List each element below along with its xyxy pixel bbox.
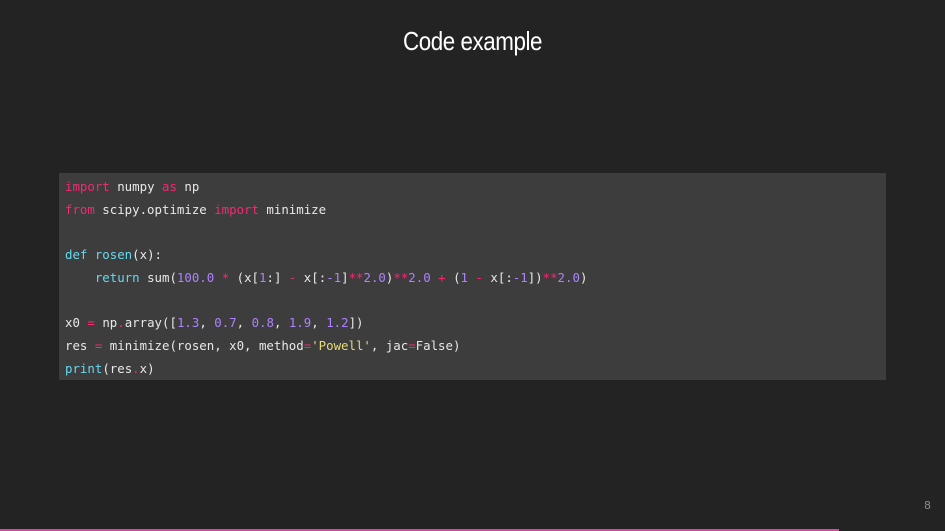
- code-token: 1.9: [288, 315, 312, 331]
- code-token: False): [415, 337, 461, 353]
- code-token: res: [65, 337, 95, 353]
- code-token: =: [408, 337, 416, 353]
- code-token: +: [438, 269, 446, 285]
- code-token: scipy.optimize: [94, 201, 215, 217]
- code-token: numpy: [109, 179, 162, 194]
- code-line: x0 = np.array([1.3, 0.7, 0.8, 1.9, 1.2]): [65, 312, 886, 335]
- code-token: return: [94, 269, 140, 285]
- code-line: def rosen(x):: [65, 244, 886, 267]
- code-token: ,: [311, 315, 327, 331]
- code-token: **: [393, 269, 409, 285]
- code-token: print: [65, 360, 103, 376]
- code-token: ]): [527, 269, 543, 285]
- page-number: 8: [924, 499, 931, 512]
- code-token: sum(: [139, 269, 177, 285]
- code-token: 2.0: [557, 269, 580, 285]
- code-token: **: [542, 269, 558, 285]
- code-token: rosen: [94, 247, 133, 263]
- code-token: from: [65, 201, 95, 217]
- code-token: def: [65, 247, 95, 263]
- code-line: print(res.x): [65, 358, 886, 381]
- code-token: ]: [341, 269, 349, 285]
- code-token: -: [475, 269, 483, 285]
- code-token: **: [348, 269, 364, 285]
- code-token: 0.8: [251, 315, 274, 331]
- slide-title: Code example: [402, 26, 543, 56]
- code-token: (: [445, 269, 461, 285]
- code-token: , jac: [370, 337, 409, 353]
- code-token: 2.0: [363, 269, 386, 285]
- code-line: import numpy as np: [65, 176, 886, 199]
- code-line: res = minimize(rosen, x0, method='Powell…: [65, 335, 886, 358]
- code-token: 100.0: [176, 269, 215, 285]
- code-token: 1.2: [326, 315, 349, 331]
- code-token: import: [214, 201, 259, 217]
- code-token: x[:: [296, 269, 327, 285]
- code-token: as: [161, 179, 177, 194]
- code-token: -1: [326, 269, 342, 285]
- code-token: :]: [266, 269, 289, 285]
- code-token: 0.7: [214, 315, 237, 331]
- code-token: np: [94, 315, 118, 331]
- code-token: minimize(rosen, x0, method: [102, 337, 304, 353]
- code-token: (x[: [229, 269, 260, 285]
- code-token: ,: [199, 315, 215, 331]
- code-token: 1: [460, 269, 468, 285]
- code-token: (res: [102, 360, 133, 376]
- code-token: x): [139, 360, 155, 376]
- code-token: 1.3: [176, 315, 200, 331]
- code-token: x0: [65, 315, 88, 331]
- code-token: x[:: [482, 269, 513, 285]
- code-token: .: [132, 360, 140, 376]
- code-token: (x):: [132, 247, 162, 263]
- code-line: from scipy.optimize import minimize: [65, 199, 886, 222]
- code-token: ]): [348, 315, 364, 331]
- code-token: ): [579, 269, 588, 285]
- code-token: 2.0: [408, 269, 431, 285]
- code-token: ,: [236, 315, 252, 331]
- code-token: ,: [273, 315, 289, 331]
- code-token: =: [87, 315, 95, 331]
- code-token: .: [117, 315, 125, 331]
- code-token: import: [65, 179, 110, 194]
- code-block: import numpy as np from scipy.optimize im…: [59, 173, 886, 380]
- code-token: minimize: [258, 201, 327, 217]
- code-token: array([: [124, 315, 177, 331]
- code-line: return sum(100.0 * (x[1:] - x[:-1]**2.0)…: [65, 267, 886, 290]
- code-token: 'Powell': [311, 337, 371, 353]
- code-token: np: [176, 179, 200, 194]
- code-token: -1: [512, 269, 528, 285]
